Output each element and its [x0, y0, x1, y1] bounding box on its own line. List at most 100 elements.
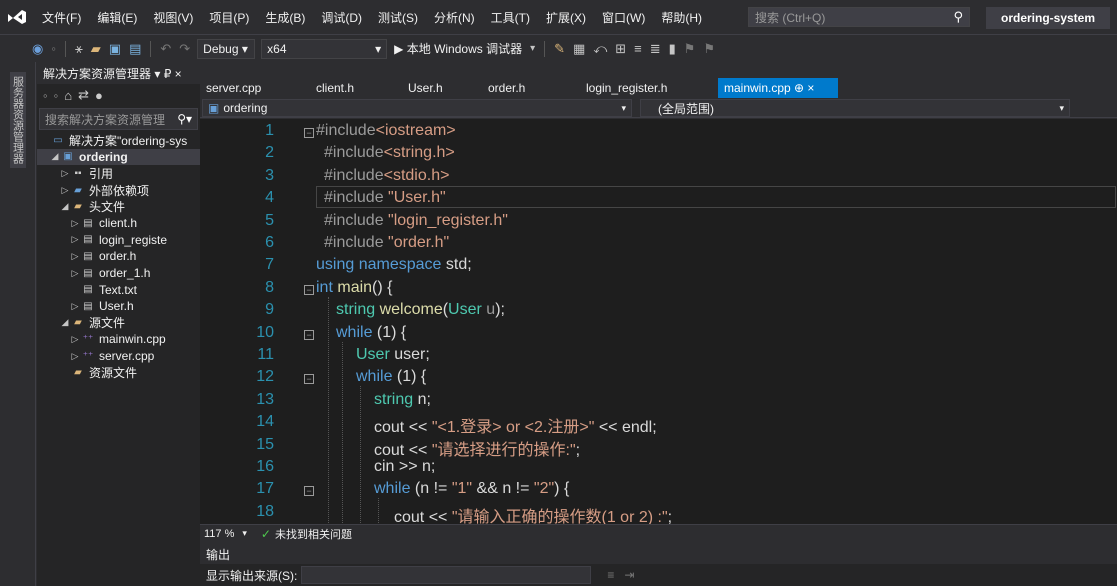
code-line[interactable]: while (1) {: [356, 368, 426, 386]
open-file-icon[interactable]: ▰: [87, 41, 105, 57]
fold-toggle-icon[interactable]: −: [304, 284, 314, 295]
undo-icon[interactable]: ↶: [156, 41, 175, 57]
tree-item[interactable]: ▭ 解决方案"ordering-sys: [37, 132, 200, 149]
menu-project[interactable]: 项目(P): [201, 9, 257, 26]
tab-3[interactable]: order.h: [482, 78, 580, 98]
menu-test[interactable]: 测试(S): [370, 9, 426, 26]
code-line[interactable]: while (1) {: [336, 324, 406, 342]
menu-view[interactable]: 视图(V): [145, 9, 201, 26]
expand-arrow-icon[interactable]: ▷: [69, 234, 81, 245]
expand-arrow-icon[interactable]: ◢: [59, 201, 71, 212]
expand-arrow-icon[interactable]: ▷: [59, 168, 71, 179]
menu-debug[interactable]: 调试(D): [313, 9, 370, 26]
code-line[interactable]: #include "User.h": [324, 189, 446, 207]
step-icon[interactable]: ⤺: [589, 41, 611, 57]
global-scope-select[interactable]: (全局范围) ▾: [640, 99, 1070, 117]
server-explorer-tab[interactable]: 服务器资源管理器: [9, 72, 26, 168]
expand-arrow-icon[interactable]: ▷: [69, 351, 81, 362]
zoom-level[interactable]: 117 %: [200, 528, 238, 540]
code-line[interactable]: string welcome(User u);: [336, 301, 505, 319]
expand-arrow-icon[interactable]: ▷: [69, 301, 81, 312]
comment-icon[interactable]: ≡: [630, 41, 646, 56]
tree-item[interactable]: ▷ ▰ 外部依赖项: [37, 182, 200, 199]
tab-1[interactable]: client.h: [310, 78, 402, 98]
fold-toggle-icon[interactable]: −: [304, 374, 314, 385]
tree-item[interactable]: ▷ ▤ client.h: [37, 215, 200, 232]
tab-4[interactable]: login_register.h: [580, 78, 718, 98]
code-line[interactable]: string n;: [374, 391, 431, 409]
code-line[interactable]: using namespace std;: [316, 256, 472, 274]
fold-toggle-icon[interactable]: −: [304, 128, 314, 138]
expand-arrow-icon[interactable]: ▷: [69, 268, 81, 279]
tab-0[interactable]: server.cpp: [200, 78, 310, 98]
expand-arrow-icon[interactable]: ▷: [69, 218, 81, 229]
tree-item[interactable]: ▷ ⁺⁺ mainwin.cpp: [37, 331, 200, 348]
redo-icon[interactable]: ↷: [175, 41, 194, 57]
configuration-select[interactable]: Debug ▾: [197, 38, 256, 59]
menu-edit[interactable]: 编辑(E): [89, 9, 145, 26]
tab-2[interactable]: User.h: [402, 78, 482, 98]
bookmark-icon[interactable]: ▮: [665, 41, 680, 57]
fold-toggle-icon[interactable]: −: [304, 486, 314, 497]
menu-tools[interactable]: 工具(T): [483, 9, 538, 26]
menu-extensions[interactable]: 扩展(X): [538, 9, 594, 26]
solution-explorer-title[interactable]: 解决方案资源管理器 ▾ ₽ ×: [37, 62, 200, 84]
project-scope-select[interactable]: ▣ ordering ▾: [202, 99, 632, 117]
code-line[interactable]: cout << "请选择进行的操作:";: [374, 436, 580, 460]
code-line[interactable]: cout << "请输入正确的操作数(1 or 2) :";: [394, 503, 672, 524]
forward-icon[interactable]: ◦: [54, 88, 59, 103]
tree-item[interactable]: ◢ ▰ 源文件: [37, 315, 200, 332]
menu-window[interactable]: 窗口(W): [594, 9, 653, 26]
search-icon[interactable]: ⚲: [953, 9, 963, 25]
bookmark-prev-icon[interactable]: ⚑: [680, 41, 700, 57]
code-line[interactable]: User user;: [356, 346, 430, 364]
output-source-select[interactable]: [301, 566, 592, 584]
expand-arrow-icon[interactable]: ▷: [69, 334, 81, 345]
tree-item[interactable]: ▷ ⁺⁺ server.cpp: [37, 348, 200, 365]
clear-all-icon[interactable]: ≡: [607, 568, 614, 582]
code-line[interactable]: #include "order.h": [324, 234, 449, 252]
code-line[interactable]: cin >> n;: [374, 458, 435, 476]
tree-item[interactable]: ▷ ▤ order.h: [37, 248, 200, 265]
tab-5[interactable]: mainwin.cpp ⊕ ×: [718, 78, 838, 98]
tree-item[interactable]: ▷ ▪▪ 引用: [37, 165, 200, 182]
back-icon[interactable]: ◦: [43, 88, 48, 103]
word-wrap-icon[interactable]: ⇥: [624, 568, 634, 582]
code-line[interactable]: #include "login_register.h": [324, 212, 508, 230]
code-line[interactable]: int main() {: [316, 279, 393, 297]
uncomment-icon[interactable]: ≣: [646, 41, 665, 57]
code-line[interactable]: #include<iostream>: [316, 122, 456, 140]
expand-arrow-icon[interactable]: ◢: [59, 317, 71, 328]
tree-item[interactable]: ▷ ▤ login_registe: [37, 232, 200, 249]
fold-toggle-icon[interactable]: −: [304, 329, 314, 340]
expand-arrow-icon[interactable]: ▷: [69, 251, 81, 262]
tree-item[interactable]: ▷ ▤ User.h: [37, 298, 200, 315]
issues-status[interactable]: 未找到相关问题: [275, 526, 352, 542]
save-icon[interactable]: ▣: [105, 41, 125, 57]
expand-arrow-icon[interactable]: ◢: [49, 151, 61, 162]
menu-help[interactable]: 帮助(H): [653, 9, 710, 26]
platform-select[interactable]: x64 ▾: [261, 38, 388, 59]
breakpoints-icon[interactable]: ⊞: [611, 41, 630, 57]
menu-file[interactable]: 文件(F): [34, 9, 89, 26]
new-project-icon[interactable]: ⚹: [71, 41, 87, 57]
code-editor[interactable]: 1 2 3 4 5 6 7 8 9 10 11 12 13 14 15 16 17 18− − − − − #includ…: [200, 119, 1117, 524]
code-line[interactable]: #include<stdio.h>: [324, 167, 449, 185]
start-debugging-button[interactable]: ▶ 本地 Windows 调试器: [390, 40, 526, 57]
code-line[interactable]: while (n != "1" && n != "2") {: [374, 480, 569, 498]
bookmark-next-icon[interactable]: ⚑: [699, 41, 719, 57]
dropdown-chevron-icon[interactable]: ▾: [526, 43, 539, 54]
save-all-icon[interactable]: ▤: [125, 41, 145, 57]
hot-reload-icon[interactable]: ✎: [550, 41, 569, 57]
forward-icon[interactable]: ◦: [47, 41, 60, 56]
settings-icon[interactable]: ●: [95, 88, 103, 103]
code-line[interactable]: #include<string.h>: [324, 144, 455, 162]
sync-icon[interactable]: ⇄: [78, 87, 89, 103]
chevron-down-icon[interactable]: ▾: [238, 528, 261, 539]
tree-item[interactable]: ▰ 资源文件: [37, 364, 200, 381]
tree-item[interactable]: ▷ ▤ order_1.h: [37, 265, 200, 282]
solution-search-input[interactable]: 搜索解决方案资源管理 ⚲▾: [39, 108, 198, 130]
tree-item[interactable]: ◢ ▣ ordering: [37, 148, 200, 166]
back-icon[interactable]: ◉: [28, 41, 47, 57]
quick-search-box[interactable]: 搜索 (Ctrl+Q) ⚲: [748, 7, 970, 27]
